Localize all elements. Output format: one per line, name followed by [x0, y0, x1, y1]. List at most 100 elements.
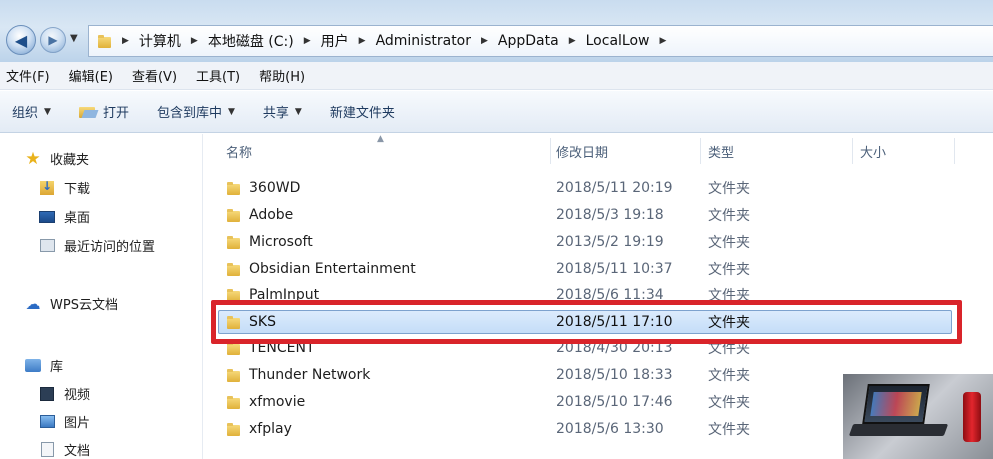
- table-row[interactable]: 360WD 2018/5/11 20:19 文件夹: [204, 175, 993, 201]
- star-icon: ★: [25, 148, 41, 169]
- nav-favorites-label: 收藏夹: [50, 153, 90, 168]
- command-toolbar: 组织 ▼ 打开 包含到库中 ▼ 共享 ▼ 新建文件夹: [0, 91, 993, 133]
- file-modified: 2018/5/3 19:18: [556, 207, 664, 223]
- file-modified: 2018/5/10 18:33: [556, 367, 673, 383]
- file-type: 文件夹: [708, 422, 750, 438]
- table-row[interactable]: Adobe 2018/5/3 19:18 文件夹: [204, 202, 993, 228]
- chevron-down-icon: ▼: [44, 106, 51, 117]
- forward-button[interactable]: ▶: [40, 27, 66, 53]
- breadcrumb-drive-c[interactable]: 本地磁盘 (C:): [208, 31, 294, 51]
- folder-icon: [226, 368, 241, 383]
- nav-item-pictures[interactable]: 图片: [38, 412, 90, 431]
- organize-button[interactable]: 组织 ▼: [12, 102, 51, 121]
- breadcrumb-appdata[interactable]: AppData: [498, 33, 559, 49]
- file-modified: 2013/5/2 19:19: [556, 234, 664, 250]
- nav-videos-label: 视频: [64, 388, 91, 403]
- chevron-right-icon[interactable]: ▶: [481, 36, 488, 46]
- file-modified: 2018/5/6 11:34: [556, 287, 664, 303]
- column-header-modified[interactable]: 修改日期: [556, 142, 608, 161]
- library-icon: [25, 359, 41, 372]
- corner-thumbnail-image: [843, 374, 993, 459]
- file-name: 360WD: [249, 180, 301, 196]
- menu-tools[interactable]: 工具(T): [196, 66, 240, 85]
- menu-view[interactable]: 查看(V): [132, 66, 177, 85]
- address-bar[interactable]: ▶ 计算机 ▶ 本地磁盘 (C:) ▶ 用户 ▶ Administrator ▶…: [88, 25, 993, 57]
- nav-desktop-label: 桌面: [64, 211, 91, 226]
- file-name: xfplay: [249, 421, 292, 437]
- file-modified: 2018/5/11 17:10: [556, 314, 673, 330]
- chevron-right-icon[interactable]: ▶: [122, 36, 129, 46]
- file-type: 文件夹: [708, 262, 750, 278]
- column-divider[interactable]: [954, 138, 955, 164]
- nav-item-documents[interactable]: 文档: [38, 440, 90, 459]
- menu-edit[interactable]: 编辑(E): [69, 66, 113, 85]
- column-divider[interactable]: [852, 138, 853, 164]
- file-modified: 2018/4/30 20:13: [556, 340, 673, 356]
- new-folder-button[interactable]: 新建文件夹: [330, 102, 395, 121]
- table-row-selected[interactable]: SKS 2018/5/11 17:10 文件夹: [204, 309, 993, 335]
- back-button[interactable]: ◀: [6, 25, 36, 55]
- chevron-right-icon[interactable]: ▶: [191, 36, 198, 46]
- file-name: SKS: [249, 314, 276, 330]
- file-type: 文件夹: [708, 315, 750, 331]
- table-row[interactable]: Microsoft 2013/5/2 19:19 文件夹: [204, 229, 993, 255]
- recent-pages-dropdown[interactable]: ▼: [70, 33, 78, 44]
- chevron-right-icon[interactable]: ▶: [304, 36, 311, 46]
- nav-documents-label: 文档: [64, 444, 91, 459]
- share-label: 共享: [262, 106, 289, 121]
- share-button[interactable]: 共享 ▼: [263, 102, 302, 121]
- breadcrumb-computer[interactable]: 计算机: [139, 31, 181, 51]
- download-icon: [40, 179, 54, 195]
- laptop-icon: [862, 384, 930, 424]
- file-type: 文件夹: [708, 341, 750, 357]
- nav-downloads-label: 下载: [64, 182, 91, 197]
- column-header-name[interactable]: 名称: [226, 142, 252, 161]
- file-modified: 2018/5/11 10:37: [556, 261, 673, 277]
- nav-item-favorites[interactable]: ★ 收藏夹: [24, 148, 90, 169]
- nav-item-recent[interactable]: 最近访问的位置: [38, 236, 155, 255]
- nav-item-videos[interactable]: 视频: [38, 384, 90, 403]
- folder-icon: [226, 315, 241, 330]
- picture-icon: [39, 415, 55, 428]
- chevron-right-icon[interactable]: ▶: [569, 36, 576, 46]
- table-row[interactable]: Obsidian Entertainment 2018/5/11 10:37 文…: [204, 256, 993, 282]
- file-name: Thunder Network: [249, 367, 371, 383]
- breadcrumb-locallow[interactable]: LocalLow: [586, 33, 650, 49]
- column-divider[interactable]: [700, 138, 701, 164]
- breadcrumb-administrator[interactable]: Administrator: [376, 33, 471, 49]
- table-row[interactable]: TENCENT 2018/4/30 20:13 文件夹: [204, 335, 993, 361]
- include-in-library-button[interactable]: 包含到库中 ▼: [157, 102, 235, 121]
- column-header-type[interactable]: 类型: [708, 142, 734, 161]
- soda-can-icon: [963, 392, 981, 442]
- chevron-right-icon[interactable]: ▶: [659, 36, 666, 46]
- file-name: PalmInput: [249, 287, 320, 303]
- chevron-right-icon[interactable]: ▶: [359, 36, 366, 46]
- open-button[interactable]: 打开: [78, 102, 129, 121]
- file-name: Obsidian Entertainment: [249, 261, 416, 277]
- menu-file[interactable]: 文件(F): [6, 66, 50, 85]
- column-divider[interactable]: [550, 138, 551, 164]
- column-header-size[interactable]: 大小: [860, 142, 886, 161]
- table-row[interactable]: PalmInput 2018/5/6 11:34 文件夹: [204, 282, 993, 308]
- breadcrumb-users[interactable]: 用户: [321, 31, 349, 51]
- nav-item-desktop[interactable]: 桌面: [38, 207, 90, 226]
- folder-icon: [226, 288, 241, 303]
- file-name: Adobe: [249, 207, 294, 223]
- arrow-right-icon: ▶: [48, 33, 58, 47]
- file-type: 文件夹: [708, 235, 750, 251]
- menu-bar: 文件(F) 编辑(E) 查看(V) 工具(T) 帮助(H): [0, 62, 993, 90]
- file-name: xfmovie: [249, 394, 306, 410]
- open-label: 打开: [102, 106, 129, 121]
- file-type: 文件夹: [708, 288, 750, 304]
- include-label: 包含到库中: [156, 106, 222, 121]
- nav-item-wps-cloud[interactable]: ☁ WPS云文档: [24, 294, 118, 314]
- desktop-icon: [39, 210, 55, 223]
- laptop-keyboard: [848, 424, 949, 436]
- menu-help[interactable]: 帮助(H): [259, 66, 305, 85]
- file-modified: 2018/5/6 13:30: [556, 421, 664, 437]
- nav-item-downloads[interactable]: 下载: [38, 178, 90, 197]
- arrow-left-icon: ◀: [14, 30, 28, 50]
- sort-ascending-icon: ▲: [377, 134, 384, 144]
- organize-label: 组织: [12, 106, 39, 121]
- nav-item-libraries[interactable]: 库: [24, 356, 63, 375]
